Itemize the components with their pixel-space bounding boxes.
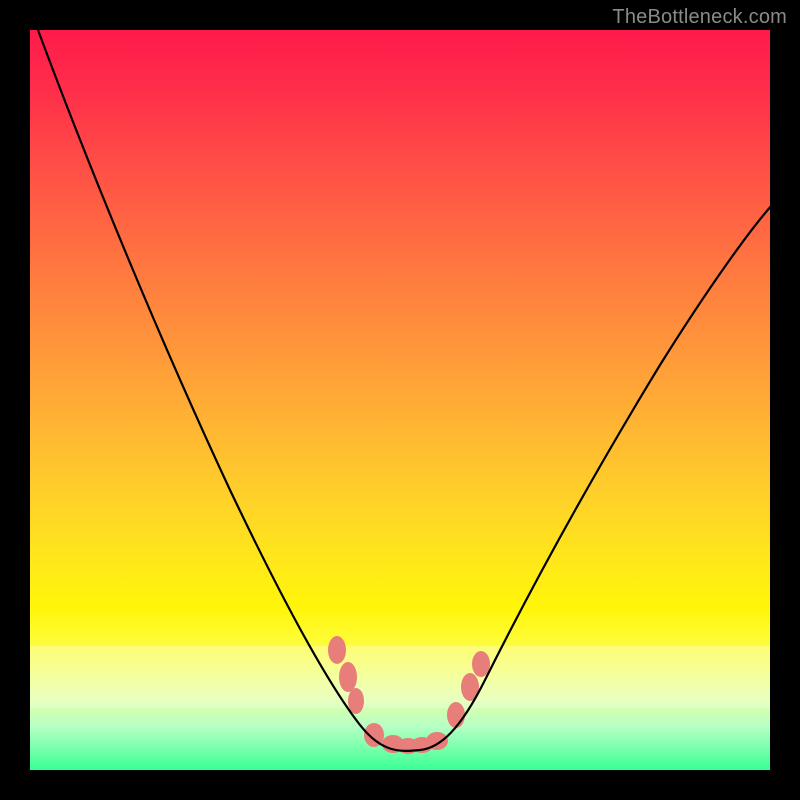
plot-area — [30, 30, 770, 770]
curve-marker — [447, 702, 465, 728]
outer-frame: TheBottleneck.com — [0, 0, 800, 800]
bottleneck-curve — [38, 30, 772, 751]
curve-marker — [339, 662, 357, 692]
curve-marker — [328, 636, 346, 664]
chart-svg — [30, 30, 770, 770]
marker-group — [328, 636, 490, 754]
watermark-text: TheBottleneck.com — [612, 6, 787, 29]
